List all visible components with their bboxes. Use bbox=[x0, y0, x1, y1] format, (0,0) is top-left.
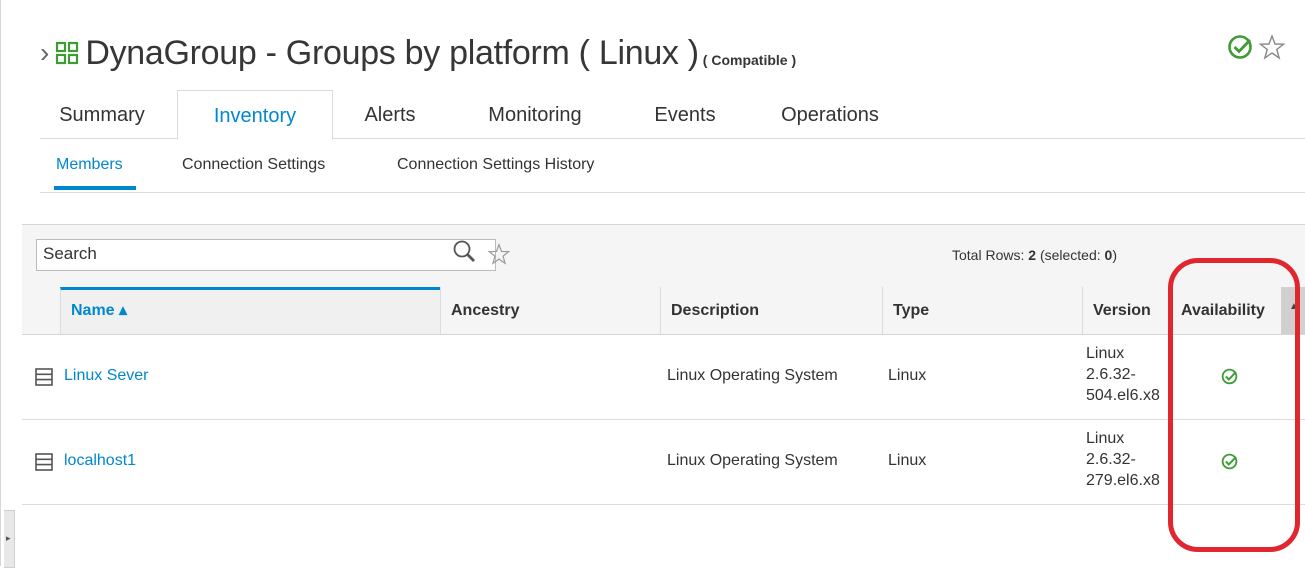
header-ancestry[interactable]: Ancestry bbox=[440, 287, 660, 334]
selected-text: (selected: bbox=[1039, 247, 1101, 263]
subtab-connection-settings[interactable]: Connection Settings bbox=[182, 156, 325, 174]
tab-inventory[interactable]: Inventory bbox=[177, 90, 333, 140]
table-row[interactable]: Linux Sever Linux Operating System Linux… bbox=[22, 335, 1305, 420]
version-line: 2.6.32- bbox=[1086, 366, 1136, 383]
selected-close: ) bbox=[1112, 247, 1117, 263]
header-actions bbox=[1221, 34, 1285, 60]
description-cell: Linux Operating System bbox=[667, 367, 838, 384]
breadcrumb-arrow-icon[interactable]: › bbox=[40, 37, 49, 69]
resource-name-link[interactable]: Linux Sever bbox=[64, 367, 149, 385]
table-row[interactable]: localhost1 Linux Operating System Linux … bbox=[22, 420, 1305, 505]
search-icon[interactable] bbox=[452, 239, 478, 265]
header-description[interactable]: Description bbox=[660, 287, 882, 334]
server-icon bbox=[35, 368, 53, 386]
table-header-row: Name ▴ Ancestry Description Type Version… bbox=[22, 287, 1305, 335]
tab-summary[interactable]: Summary bbox=[40, 90, 164, 138]
header-version[interactable]: Version bbox=[1082, 287, 1172, 334]
type-cell: Linux bbox=[888, 452, 927, 469]
members-table: Total Rows: 2 (selected: 0) Name ▴ Ances… bbox=[22, 224, 1305, 567]
tab-events[interactable]: Events bbox=[630, 90, 740, 138]
total-rows-label: Total Rows: 2 (selected: 0) bbox=[952, 247, 1117, 263]
expand-arrow-icon: ▸ bbox=[6, 533, 11, 543]
header-icon-column bbox=[22, 287, 60, 334]
active-subtab-indicator bbox=[54, 186, 136, 190]
main-tabs: Summary Inventory Alerts Monitoring Even… bbox=[40, 90, 1305, 140]
total-rows-count: 2 bbox=[1028, 247, 1037, 263]
availability-highlight-annotation bbox=[1168, 258, 1300, 552]
total-rows-text: Total Rows: bbox=[952, 247, 1025, 263]
header-name[interactable]: Name ▴ bbox=[60, 287, 440, 334]
header-type[interactable]: Type bbox=[882, 287, 1082, 334]
save-search-star-icon[interactable] bbox=[488, 243, 510, 265]
page-header: › DynaGroup - Groups by platform ( Linux… bbox=[40, 28, 796, 78]
subtab-connection-settings-history[interactable]: Connection Settings History bbox=[397, 156, 594, 174]
tab-operations[interactable]: Operations bbox=[760, 90, 900, 138]
search-input[interactable] bbox=[37, 240, 449, 268]
tab-monitoring[interactable]: Monitoring bbox=[460, 90, 610, 138]
resource-name-link[interactable]: localhost1 bbox=[64, 452, 136, 470]
type-cell: Linux bbox=[888, 367, 927, 384]
compatible-label: ( Compatible ) bbox=[702, 52, 797, 68]
table-toolbar: Total Rows: 2 (selected: 0) bbox=[22, 225, 1305, 288]
left-panel-border bbox=[0, 0, 1, 566]
version-line: 279.el6.x8 bbox=[1086, 472, 1160, 489]
page-title: DynaGroup - Groups by platform ( Linux ) bbox=[85, 33, 699, 72]
version-cell: Linux 2.6.32- 279.el6.x8 bbox=[1086, 428, 1170, 491]
description-cell: Linux Operating System bbox=[667, 452, 838, 469]
search-box bbox=[36, 239, 496, 271]
tab-alerts[interactable]: Alerts bbox=[340, 90, 440, 138]
version-line: 504.el6.x8 bbox=[1086, 387, 1160, 404]
version-line: Linux bbox=[1086, 345, 1125, 362]
availability-up-icon bbox=[1228, 35, 1252, 59]
group-icon bbox=[56, 41, 79, 65]
panel-collapse-handle[interactable]: ▸ bbox=[4, 510, 15, 568]
version-cell: Linux 2.6.32- 504.el6.x8 bbox=[1086, 343, 1170, 406]
version-line: Linux bbox=[1086, 430, 1125, 447]
subtab-members[interactable]: Members bbox=[56, 156, 123, 174]
server-icon bbox=[35, 453, 53, 471]
sub-tabs: Members Connection Settings Connection S… bbox=[40, 140, 1305, 193]
version-line: 2.6.32- bbox=[1086, 451, 1136, 468]
favorite-star-icon[interactable] bbox=[1259, 34, 1285, 60]
